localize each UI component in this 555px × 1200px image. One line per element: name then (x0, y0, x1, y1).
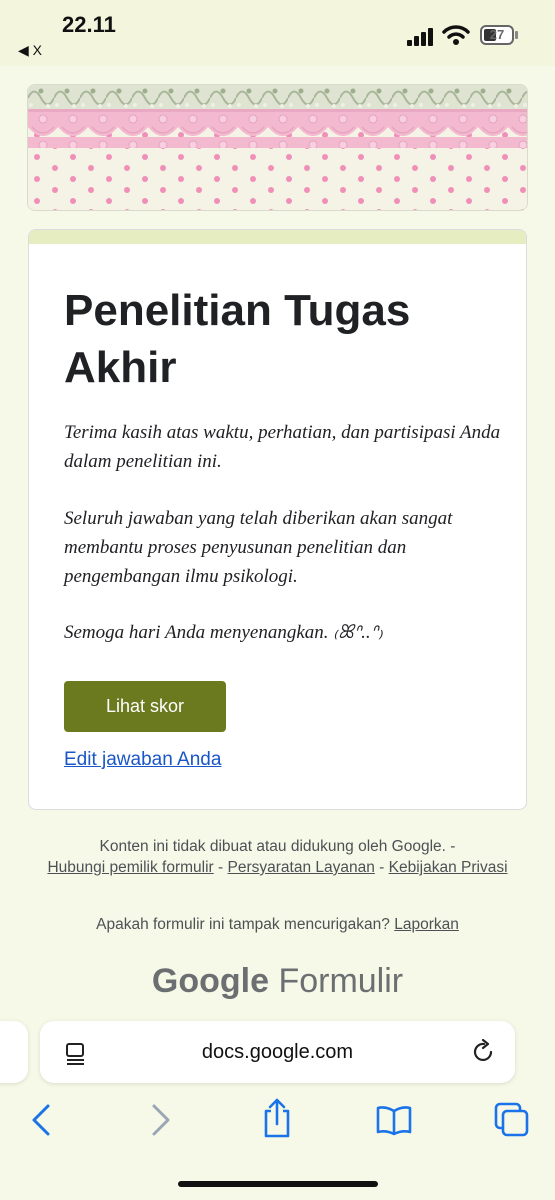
status-bar: 22.11 ◀ X 27 (0, 0, 555, 66)
thank-you-text: Terima kasih atas waktu, perhatian, dan … (64, 422, 501, 472)
battery-level: 27 (489, 27, 505, 42)
google-forms-logo: Google Formulir (0, 962, 555, 1001)
separator: - (374, 859, 389, 876)
forward-icon[interactable] (148, 1100, 174, 1140)
contact-owner-link[interactable]: Hubungi pemilik formulir (47, 859, 213, 876)
home-indicator (178, 1181, 378, 1187)
form-footer: Konten ini tidak dibuat atau didukung ol… (40, 836, 515, 878)
brand-forms: Formulir (278, 962, 404, 1000)
card-accent-bar (29, 230, 526, 244)
form-header-image (27, 84, 528, 211)
report-row: Apakah formulir ini tampak mencurigakan?… (40, 916, 515, 934)
disclaimer-text: Konten ini tidak dibuat atau didukung ol… (99, 838, 456, 855)
bookmarks-icon[interactable] (376, 1104, 412, 1136)
confirmation-card: Penelitian Tugas Akhir Terima kasih atas… (28, 229, 527, 810)
edit-response-link[interactable]: Edit jawaban Anda (64, 749, 221, 771)
report-link[interactable]: Laporkan (394, 916, 459, 933)
privacy-link[interactable]: Kebijakan Privasi (389, 859, 508, 876)
reload-icon[interactable] (470, 1039, 496, 1065)
tabs-icon[interactable] (494, 1102, 530, 1138)
share-icon[interactable] (261, 1097, 293, 1139)
back-icon[interactable] (28, 1100, 54, 1140)
suspicious-text: Apakah formulir ini tampak mencurigakan? (96, 916, 390, 933)
closing-text: Semoga hari Anda menyenangkan. ₍ꕤᐢ..ᐢ₎ (64, 622, 383, 643)
brand-google: Google (151, 962, 269, 1000)
separator: - (213, 859, 228, 876)
view-score-button[interactable]: Lihat skor (64, 681, 226, 732)
clock: 22.11 (62, 12, 116, 37)
terms-link[interactable]: Persyaratan Layanan (228, 859, 375, 876)
url-text: docs.google.com (201, 1041, 354, 1063)
message-text: Seluruh jawaban yang telah diberikan aka… (64, 508, 453, 587)
wifi-icon (442, 25, 470, 45)
cellular-signal-icon (407, 28, 433, 46)
address-bar[interactable]: docs.google.com (40, 1021, 515, 1083)
battery-icon: 27 (480, 25, 514, 45)
previous-tab-peek[interactable] (0, 1021, 28, 1083)
back-to-app-link[interactable]: ◀ X (18, 42, 42, 59)
form-title: Penelitian Tugas Akhir (64, 286, 411, 392)
